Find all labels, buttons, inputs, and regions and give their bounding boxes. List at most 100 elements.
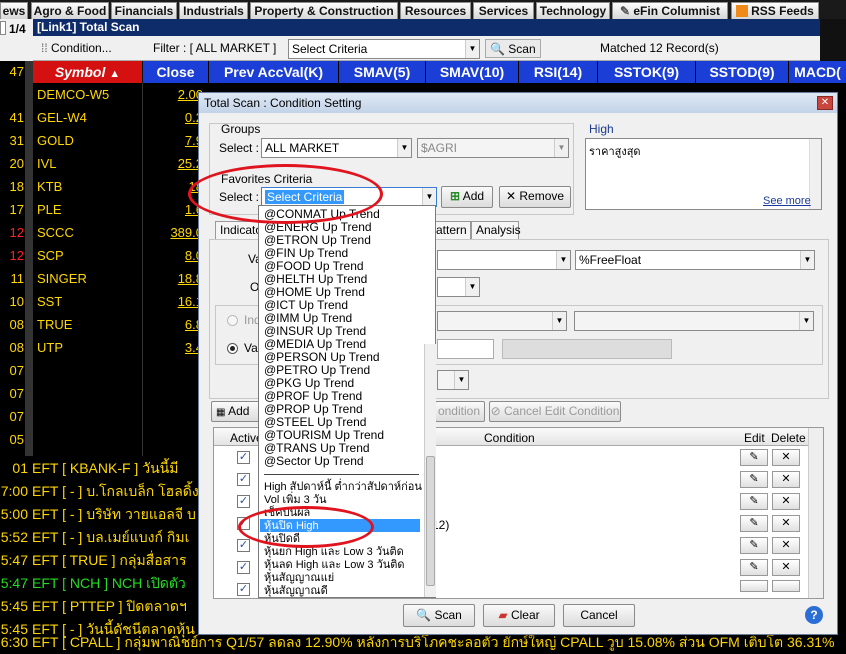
edit-icon[interactable]: ✎ xyxy=(740,471,768,488)
delete-icon[interactable]: ✕ xyxy=(772,471,800,488)
free-float-select[interactable]: %FreeFloat ▼ xyxy=(575,250,815,270)
delete-icon[interactable]: ✕ xyxy=(772,537,800,554)
col-macd[interactable]: MACD( xyxy=(789,61,846,83)
scrollbar[interactable] xyxy=(809,139,821,209)
symbol-cell[interactable]: SCP xyxy=(33,244,143,267)
tab-analysis[interactable]: Analysis xyxy=(471,221,521,239)
scan-button[interactable]: 🔍 Scan xyxy=(485,39,541,58)
remove-favorite-button[interactable]: ✕ Remove xyxy=(499,186,571,208)
col-smav10[interactable]: SMAV(10) xyxy=(426,61,519,83)
edit-icon[interactable]: ✎ xyxy=(740,449,768,466)
delete-icon[interactable]: ✕ xyxy=(772,449,800,466)
col-sstok9[interactable]: SSTOK(9) xyxy=(598,61,696,83)
unit-select[interactable]: ▼ xyxy=(437,370,469,390)
edit-icon[interactable]: ✎ xyxy=(740,537,768,554)
col-symbol[interactable]: Symbol ▲ xyxy=(33,61,143,83)
indicator-radio[interactable] xyxy=(227,315,238,326)
cancel-edit-button[interactable]: ⊘ Cancel Edit Condition xyxy=(489,401,621,422)
col-close[interactable]: Close xyxy=(143,61,209,83)
symbol-cell[interactable]: DEMCO-W5 xyxy=(33,83,143,106)
list-item[interactable]: @Sector Up Trend xyxy=(264,455,364,468)
active-checkbox[interactable]: ✓ xyxy=(237,473,250,486)
symbol-cell[interactable]: TRUE xyxy=(33,313,143,336)
active-checkbox[interactable]: ✓ xyxy=(237,539,250,552)
tab-rss-feeds[interactable]: RSS Feeds xyxy=(731,2,819,19)
list-item[interactable]: High สัปดาห์นี้ ต่ำกว่าสัปดาห์ก่อน xyxy=(264,481,422,494)
edit-icon[interactable]: ✎ xyxy=(740,493,768,510)
condition-button[interactable]: ⁞⁞ Condition... xyxy=(41,39,112,58)
left-pager-box[interactable] xyxy=(0,21,6,35)
col-sstod9[interactable]: SSTOD(9) xyxy=(696,61,789,83)
see-more-link[interactable]: See more xyxy=(763,195,811,207)
add-condition-button[interactable]: ▦ Add xyxy=(211,401,261,422)
symbol-cell[interactable]: SST xyxy=(33,290,143,313)
close-cell[interactable]: 2.00 xyxy=(143,83,203,106)
list-item[interactable]: Vol เพิ่ม 3 วัน xyxy=(264,494,327,507)
close-cell[interactable]: 16.1 xyxy=(143,290,203,313)
close-cell[interactable]: 6.8 xyxy=(143,313,203,336)
active-checkbox[interactable]: ✓ xyxy=(237,561,250,574)
close-cell[interactable]: 7.9 xyxy=(143,129,203,152)
operator-select[interactable]: ▼ xyxy=(437,277,480,297)
tab-technology[interactable]: Technology xyxy=(536,2,610,19)
tab-pattern[interactable]: attern xyxy=(435,221,471,239)
delete-icon[interactable]: ✕ xyxy=(772,559,800,576)
left-splitter[interactable] xyxy=(25,61,33,456)
indicator-param-select[interactable]: ▼ xyxy=(574,311,814,331)
indicator-select[interactable]: ▼ xyxy=(437,311,567,331)
symbol-cell[interactable]: UTP xyxy=(33,336,143,359)
tab-views[interactable]: ews xyxy=(0,2,28,19)
cancel-button[interactable]: Cancel xyxy=(563,604,635,627)
close-cell[interactable]: 18.8 xyxy=(143,267,203,290)
delete-icon[interactable]: ✕ xyxy=(772,515,800,532)
close-cell[interactable]: 389.0 xyxy=(143,221,203,244)
add-favorite-button[interactable]: ⊞ Add xyxy=(441,186,493,208)
tab-property-construction[interactable]: Property & Construction xyxy=(250,2,398,19)
value-select[interactable]: ▼ xyxy=(437,250,571,270)
clear-button[interactable]: ▰ Clear xyxy=(483,604,555,627)
scan-dialog-button[interactable]: 🔍 Scan xyxy=(403,604,475,627)
active-checkbox[interactable]: ✓ xyxy=(237,495,250,508)
col-prev-accval[interactable]: Prev AccVal(K) xyxy=(209,61,339,83)
edit-icon[interactable]: ✎ xyxy=(740,559,768,576)
delete-icon[interactable] xyxy=(772,580,800,592)
tab-financials[interactable]: Financials xyxy=(111,2,177,19)
tab-efin-columnist[interactable]: ✎ eFin Columnist xyxy=(612,2,728,19)
tab-resources[interactable]: Resources xyxy=(400,2,471,19)
scroll-thumb[interactable] xyxy=(426,456,435,586)
tab-services[interactable]: Services xyxy=(473,2,534,19)
tab-indicator[interactable]: Indicato xyxy=(215,221,263,239)
table-scrollbar[interactable] xyxy=(808,428,823,598)
value-input[interactable] xyxy=(437,339,494,359)
group-sub-select[interactable]: $AGRI ▼ xyxy=(417,138,569,158)
active-checkbox[interactable]: ✓ xyxy=(237,451,250,464)
help-icon[interactable]: ? xyxy=(805,606,823,624)
delete-icon[interactable]: ✕ xyxy=(772,493,800,510)
active-checkbox[interactable]: ✓ xyxy=(237,583,250,596)
edit-condition-button[interactable]: ondition xyxy=(435,401,485,422)
criteria-select[interactable]: Select Criteria ▼ xyxy=(288,39,480,59)
symbol-cell[interactable]: IVL xyxy=(33,152,143,175)
list-item[interactable]: หุ้นสัญญาณดี xyxy=(264,585,328,597)
list-item[interactable]: หุ้นยก High และ Low 3 วันติด xyxy=(264,546,404,559)
group-select[interactable]: ALL MARKET ▼ xyxy=(261,138,412,158)
tab-agro-food[interactable]: Agro & Food xyxy=(31,2,109,19)
close-icon[interactable]: ✕ xyxy=(817,96,833,110)
symbol-cell[interactable]: PLE xyxy=(33,198,143,221)
symbol-cell[interactable]: GOLD xyxy=(33,129,143,152)
symbol-cell[interactable]: GEL-W4 xyxy=(33,106,143,129)
col-smav5[interactable]: SMAV(5) xyxy=(339,61,426,83)
list-item[interactable]: หุ้นลด High และ Low 3 วันติด xyxy=(264,559,405,572)
close-cell[interactable]: 8.0 xyxy=(143,244,203,267)
edit-icon[interactable]: ✎ xyxy=(740,515,768,532)
close-cell[interactable]: 3.4 xyxy=(143,336,203,359)
value-radio[interactable] xyxy=(227,343,238,354)
list-item[interactable]: หุ้นสัญญาณแย่ xyxy=(264,572,334,585)
value-input-2[interactable] xyxy=(502,339,672,359)
close-cell[interactable]: 25.2 xyxy=(143,152,203,175)
tab-industrials[interactable]: Industrials xyxy=(179,2,248,19)
dropdown-scrollbar[interactable] xyxy=(424,344,436,597)
symbol-cell[interactable]: SINGER xyxy=(33,267,143,290)
close-cell[interactable]: 0.2 xyxy=(143,106,203,129)
symbol-cell[interactable]: SCCC xyxy=(33,221,143,244)
